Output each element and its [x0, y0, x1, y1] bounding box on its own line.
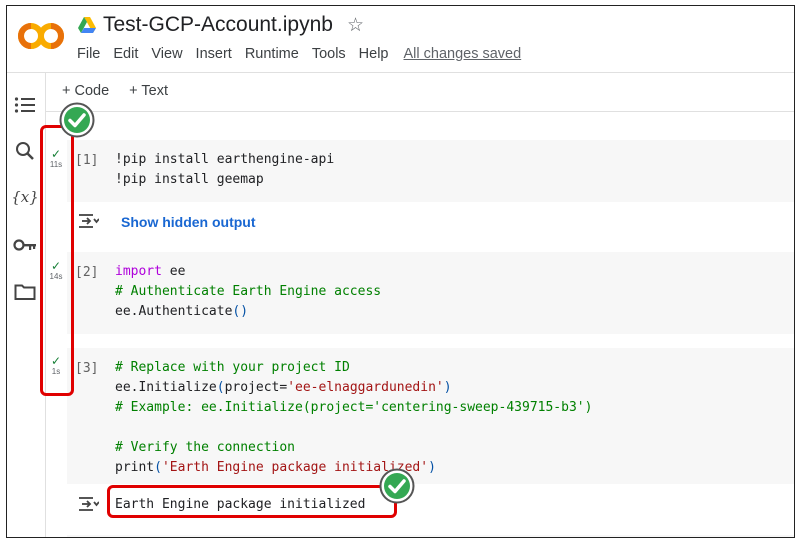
notebook-title[interactable]: Test-GCP-Account.ipynb — [103, 13, 333, 37]
code-line: # Authenticate Earth Engine access — [115, 284, 382, 299]
cell-1-exec-count: [1] — [75, 153, 99, 168]
cell-3-exec-count: [3] — [75, 361, 99, 376]
add-code-button[interactable]: + Code — [62, 83, 109, 99]
success-check-icon — [379, 468, 415, 504]
cell-3-code[interactable]: # Replace with your project ID ee.Initial… — [115, 358, 592, 478]
code-line: !pip install earthengine-api — [115, 152, 335, 167]
cell-1-code[interactable]: !pip install earthengine-api !pip install… — [115, 150, 334, 190]
code-line: ee.Initialize(project='ee-elnaggardunedi… — [115, 380, 452, 395]
notebook-window: Test-GCP-Account.ipynb ☆ File Edit View … — [6, 5, 795, 538]
code-line: ee.Authenticate() — [115, 304, 249, 319]
menu-runtime[interactable]: Runtime — [245, 46, 299, 62]
save-status[interactable]: All changes saved — [404, 46, 522, 62]
toolbar-divider — [46, 111, 794, 112]
success-check-icon — [59, 102, 95, 138]
code-line: !pip install geemap — [115, 172, 264, 187]
code-line: ​ — [115, 418, 592, 438]
search-icon[interactable] — [13, 139, 37, 163]
code-cell-1[interactable]: [1] !pip install earthengine-api !pip ins… — [67, 140, 794, 202]
code-line: import ee — [115, 264, 186, 279]
colab-logo[interactable] — [17, 20, 65, 52]
code-line: print('Earth Engine package initialized'… — [115, 460, 436, 475]
code-line: # Example: ee.Initialize(project='center… — [115, 400, 593, 415]
status-highlight-box — [40, 125, 74, 396]
output-toggle-icon[interactable] — [77, 495, 99, 513]
notebook-main: + Code + Text ✓ 11s ✓ 14s ✓ 1s [1] !pip … — [40, 73, 794, 537]
code-cell-next[interactable] — [67, 535, 794, 537]
menu-view[interactable]: View — [151, 46, 182, 62]
output-highlight-box — [107, 485, 397, 518]
cell-1-output: Show hidden output — [67, 202, 794, 252]
menu-file[interactable]: File — [77, 46, 100, 62]
notebook-toolbar: + Code + Text — [62, 83, 188, 99]
key-icon[interactable] — [13, 233, 37, 257]
google-drive-icon[interactable] — [77, 16, 97, 34]
cell-2-code[interactable]: import ee # Authenticate Earth Engine acc… — [115, 262, 381, 322]
menu-edit[interactable]: Edit — [113, 46, 138, 62]
menu-help[interactable]: Help — [359, 46, 389, 62]
menu-bar: File Edit View Insert Runtime Tools Help… — [77, 46, 534, 62]
code-line: # Verify the connection — [115, 440, 296, 455]
add-text-button[interactable]: + Text — [129, 83, 168, 99]
table-of-contents-icon[interactable] — [13, 93, 37, 117]
show-hidden-output-link[interactable]: Show hidden output — [121, 214, 256, 230]
cell-2-exec-count: [2] — [75, 265, 99, 280]
output-toggle-icon[interactable] — [77, 212, 99, 230]
code-line: # Replace with your project ID — [115, 360, 350, 375]
title-row: Test-GCP-Account.ipynb ☆ — [77, 13, 364, 37]
menu-tools[interactable]: Tools — [312, 46, 346, 62]
menu-insert[interactable]: Insert — [196, 46, 232, 62]
variables-icon[interactable]: {x} — [10, 185, 40, 209]
folder-icon[interactable] — [13, 280, 37, 304]
code-cell-3[interactable]: [3] # Replace with your project ID ee.Ini… — [67, 348, 794, 484]
header: Test-GCP-Account.ipynb ☆ File Edit View … — [7, 6, 794, 73]
star-icon[interactable]: ☆ — [347, 14, 364, 37]
code-cell-2[interactable]: [2] import ee # Authenticate Earth Engine… — [67, 252, 794, 334]
